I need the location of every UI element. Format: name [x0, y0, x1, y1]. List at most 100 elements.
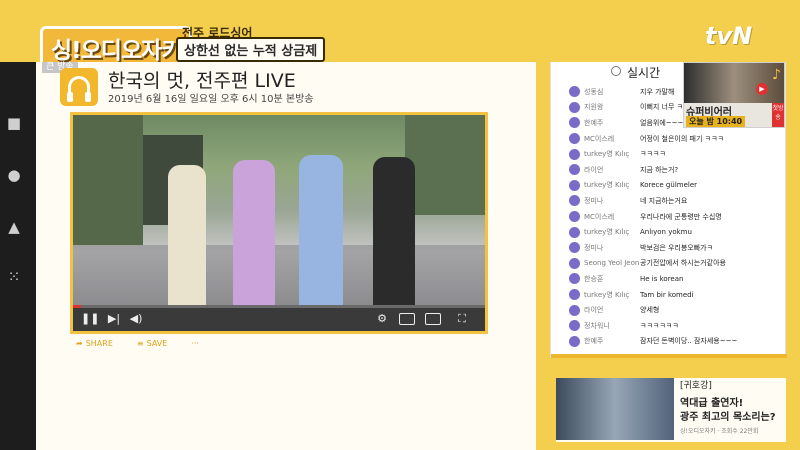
grid-icon[interactable]: ⁙	[5, 268, 23, 286]
avatar	[569, 304, 580, 316]
theater-icon[interactable]	[425, 313, 441, 325]
chat-row: turkey영 Kılıç Anlıyon yokmu	[569, 224, 779, 240]
stream-title: 한국의 멋, 전주편 LIVE	[108, 70, 296, 92]
avatar	[569, 273, 580, 285]
pause-icon[interactable]: ❚❚	[81, 311, 99, 327]
headphones-icon	[67, 76, 91, 102]
chat-message: 우리나라에 군통령만 수십명	[640, 212, 722, 221]
chat-user: 정차워니	[584, 321, 610, 330]
chat-row: 한승훈 He is korean	[569, 271, 779, 287]
chat-message: Tam bir komedi	[640, 290, 694, 299]
top-banner: 싱!오디오자키 전주 로드싱어 상한선 없는 누적 상금제 tvN	[0, 0, 800, 70]
chat-user: 지원왕	[584, 103, 604, 112]
chat-header-icon	[611, 66, 621, 76]
chat-row: 라이언 양세형	[569, 302, 779, 318]
chat-row: MC이스레 우리나라에 군통령만 수십명	[569, 209, 779, 225]
avatar	[569, 86, 580, 98]
fullscreen-icon[interactable]: ⛶	[453, 311, 471, 327]
chat-user: turkey영 Kılıç	[584, 228, 630, 237]
avatar	[569, 257, 580, 269]
avatar	[569, 289, 580, 301]
chat-message: ㅋㅋㅋㅋㅋㅋ	[640, 321, 679, 330]
player-controls: ❚❚ ▶| ◀) ⚙ ⛶	[73, 308, 485, 331]
chat-row: 라이언 지금 하는거?	[569, 162, 779, 178]
avatar	[569, 226, 580, 238]
chat-message: 양세형	[640, 306, 660, 315]
left-rail: ■ ● ▲ ⁙	[0, 62, 36, 450]
reco-line-2: 광주 최고의 목소리는?	[680, 412, 776, 423]
avatar	[569, 179, 580, 191]
promo-card[interactable]: ♪ ▶ 슈퍼비어러 오늘 밤 10:40 첫방송	[683, 62, 785, 128]
stream-date: 2019년 6월 16일 일요일 오후 6시 10분 본방송	[108, 94, 314, 105]
avatar	[569, 133, 580, 145]
chat-message: 얼음위에~~~	[640, 118, 684, 127]
chat-row: turkey영 Kılıç ㅋㅋㅋㅋ	[569, 146, 779, 162]
chat-message: 박보검은 우리봉오빠가ㅋ	[640, 243, 714, 252]
share-button[interactable]: ➦ SHARE	[76, 339, 113, 348]
profile-icon[interactable]: ●	[5, 166, 23, 184]
chat-user: 한승훈	[584, 274, 604, 283]
promo-time: 오늘 밤 10:40	[686, 116, 746, 127]
avatar	[569, 117, 580, 129]
settings-gear-icon[interactable]: ⚙	[373, 311, 391, 327]
bell-icon[interactable]: ▲	[5, 218, 23, 236]
chat-message: 어정이 철은이의 패기 ㅋㅋㅋ	[640, 134, 724, 143]
promo-badge: 첫방송	[772, 103, 784, 127]
avatar	[569, 195, 580, 207]
chat-message: Korece gülmeler	[640, 181, 698, 190]
chat-user: turkey영 Kılıç	[584, 181, 630, 190]
miniplayer-icon[interactable]	[399, 313, 415, 325]
chat-user: turkey영 Kılıç	[584, 150, 630, 159]
volume-icon[interactable]: ◀)	[127, 311, 145, 327]
avatar	[569, 148, 580, 160]
reco-thumbnail[interactable]	[556, 378, 674, 440]
video-player[interactable]: ❚❚ ▶| ◀) ⚙ ⛶	[70, 112, 488, 334]
reco-meta: 싱!오디오자키 · 조회수 22만회	[680, 428, 759, 435]
chat-user: 정미나	[584, 196, 604, 205]
save-icon: ≡	[136, 339, 144, 348]
more-button[interactable]: ···	[191, 339, 199, 348]
chat-user: 정미나	[584, 243, 604, 252]
recommended-video[interactable]: [귀호강] 역대급 출연자! 광주 최고의 목소리는? 싱!오디오자키 · 조회…	[556, 378, 786, 442]
live-chat: 실시간 성동심 지우 가말해 지원왕 이뻐지 너무 ㅋㅋㅋ 한예주 얼음위에~~~ MC이스…	[550, 62, 787, 358]
save-button[interactable]: ≡ SAVE	[137, 339, 167, 348]
avatar	[569, 320, 580, 332]
chat-message: 네 지금하는거요	[640, 196, 688, 205]
chat-message: 지우 가말해	[640, 87, 675, 96]
side-panel: 실시간 성동심 지우 가말해 지원왕 이뻐지 너무 ㅋㅋㅋ 한예주 얼음위에~~~ MC이스…	[536, 62, 800, 450]
chat-row: Seong Yeol Jeon 공기전압에서 하시는거같아용	[569, 256, 779, 272]
avatar	[569, 335, 580, 347]
chat-row: turkey영 Kılıç Korece gülmeler	[569, 178, 779, 194]
caption-box: 상한선 없는 누적 상금제	[176, 37, 326, 62]
chat-user: Seong Yeol Jeon	[584, 259, 640, 268]
avatar	[569, 211, 580, 223]
chat-row: 정미나 네 지금하는거요	[569, 193, 779, 209]
channel-avatar[interactable]	[60, 68, 98, 106]
camera-icon[interactable]: ■	[5, 114, 23, 132]
avatar	[569, 164, 580, 176]
chat-user: turkey영 Kılıç	[584, 290, 630, 299]
reco-line-1: 역대급 출연자!	[680, 398, 744, 409]
chat-row: turkey영 Kılıç Tam bir komedi	[569, 287, 779, 303]
chat-user: 한예주	[584, 337, 604, 346]
chat-message: Anlıyon yokmu	[640, 228, 692, 237]
chat-row: MC이스레 어정이 철은이의 패기 ㅋㅋㅋ	[569, 131, 779, 147]
avatar	[569, 101, 580, 113]
share-icon: ➦	[76, 339, 83, 348]
network-logo: tvN	[705, 22, 753, 50]
next-icon[interactable]: ▶|	[105, 311, 123, 327]
chat-user: 성동심	[584, 87, 604, 96]
chat-message: 지금 하는거?	[640, 165, 679, 174]
video-actions: ➦ SHARE ≡ SAVE ···	[76, 339, 199, 348]
chat-row: 한예주 잠자던 돈벽이당.. 잠자세용~~~	[569, 334, 779, 350]
chat-message: 잠자던 돈벽이당.. 잠자세용~~~	[640, 337, 738, 346]
chat-user: 라이언	[584, 306, 604, 315]
avatar	[569, 242, 580, 254]
chat-row: 정미나 박보검은 우리봉오빠가ㅋ	[569, 240, 779, 256]
play-icon: ▶	[756, 83, 768, 95]
chat-message: ㅋㅋㅋㅋ	[640, 150, 666, 159]
chat-header: 실시간	[627, 66, 661, 80]
chat-user: MC이스레	[584, 212, 615, 221]
main-panel: 큰 방송 한국의 멋, 전주편 LIVE 2019년 6월 16일 일요일 오후…	[36, 62, 536, 450]
video-frame[interactable]	[73, 115, 485, 305]
